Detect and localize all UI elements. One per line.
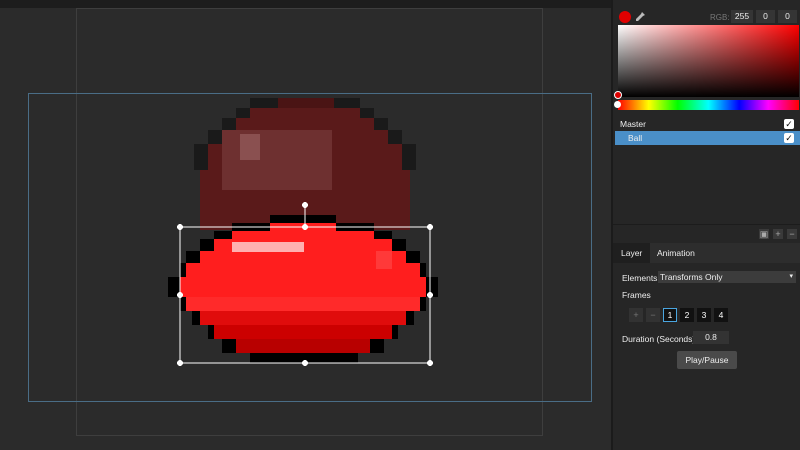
green-value-field[interactable]: 0	[756, 10, 775, 23]
frame-button-4[interactable]: 4	[714, 308, 728, 322]
frame-button-3[interactable]: 3	[697, 308, 711, 322]
eyedropper-icon[interactable]	[633, 10, 647, 24]
right-panel: RGB: 255 0 0 Master ✓ Ball ✓ ▣ + − Layer…	[611, 0, 800, 450]
picker-handle[interactable]	[614, 91, 622, 99]
add-frame-button[interactable]: +	[629, 308, 643, 322]
rotate-handle	[302, 202, 308, 208]
add-layer-button[interactable]: +	[773, 229, 783, 239]
remove-frame-button[interactable]: −	[646, 308, 660, 322]
duration-label: Duration (Seconds)	[622, 334, 696, 344]
frame-button-2[interactable]: 2	[680, 308, 694, 322]
resize-handle-top	[302, 224, 308, 230]
saturation-value-picker[interactable]	[618, 25, 799, 97]
current-color-swatch[interactable]	[619, 11, 631, 23]
hue-slider-handle[interactable]	[614, 101, 621, 108]
tab-animation[interactable]: Animation	[649, 243, 703, 263]
top-toolbar	[0, 0, 611, 8]
frame-button-1[interactable]: 1	[663, 308, 677, 322]
canvas-area[interactable]	[0, 8, 611, 450]
layer-row-ball[interactable]: Ball ✓	[615, 131, 800, 145]
resize-handle-top-left	[177, 224, 183, 230]
layer-row-master[interactable]: Master ✓	[615, 117, 800, 131]
resize-handle-top-right	[427, 224, 433, 230]
rgb-label: RGB:	[710, 13, 730, 22]
red-value-field[interactable]: 255	[731, 10, 753, 23]
blue-value-field[interactable]: 0	[778, 10, 797, 23]
elements-select[interactable]: Transforms Only ▾	[658, 271, 796, 283]
tab-layer[interactable]: Layer	[613, 243, 651, 263]
panel-tabs: Layer Animation	[613, 243, 800, 263]
duplicate-layer-button[interactable]: ▣	[759, 229, 769, 239]
elements-label: Elements	[622, 273, 658, 283]
resize-handle-left	[177, 292, 183, 298]
ball-visibility-checkbox[interactable]: ✓	[784, 133, 794, 143]
red-ball	[168, 215, 438, 363]
resize-handle-bottom-right	[427, 360, 433, 366]
hue-slider[interactable]	[618, 100, 799, 110]
resize-handle-right	[427, 292, 433, 298]
chevron-down-icon: ▾	[789, 273, 793, 280]
ball-sprite[interactable]	[0, 8, 611, 450]
master-visibility-checkbox[interactable]: ✓	[784, 119, 794, 129]
frames-label: Frames	[622, 290, 651, 300]
duration-input[interactable]: 0.8	[693, 331, 729, 344]
layer-name-master: Master	[620, 119, 646, 129]
play-pause-button[interactable]: Play/Pause	[677, 351, 737, 369]
resize-handle-bottom	[302, 360, 308, 366]
layer-name-ball: Ball	[628, 133, 643, 143]
remove-layer-button[interactable]: −	[787, 229, 797, 239]
elements-select-value: Transforms Only	[660, 272, 723, 282]
panel-divider	[613, 224, 800, 225]
resize-handle-bottom-left	[177, 360, 183, 366]
